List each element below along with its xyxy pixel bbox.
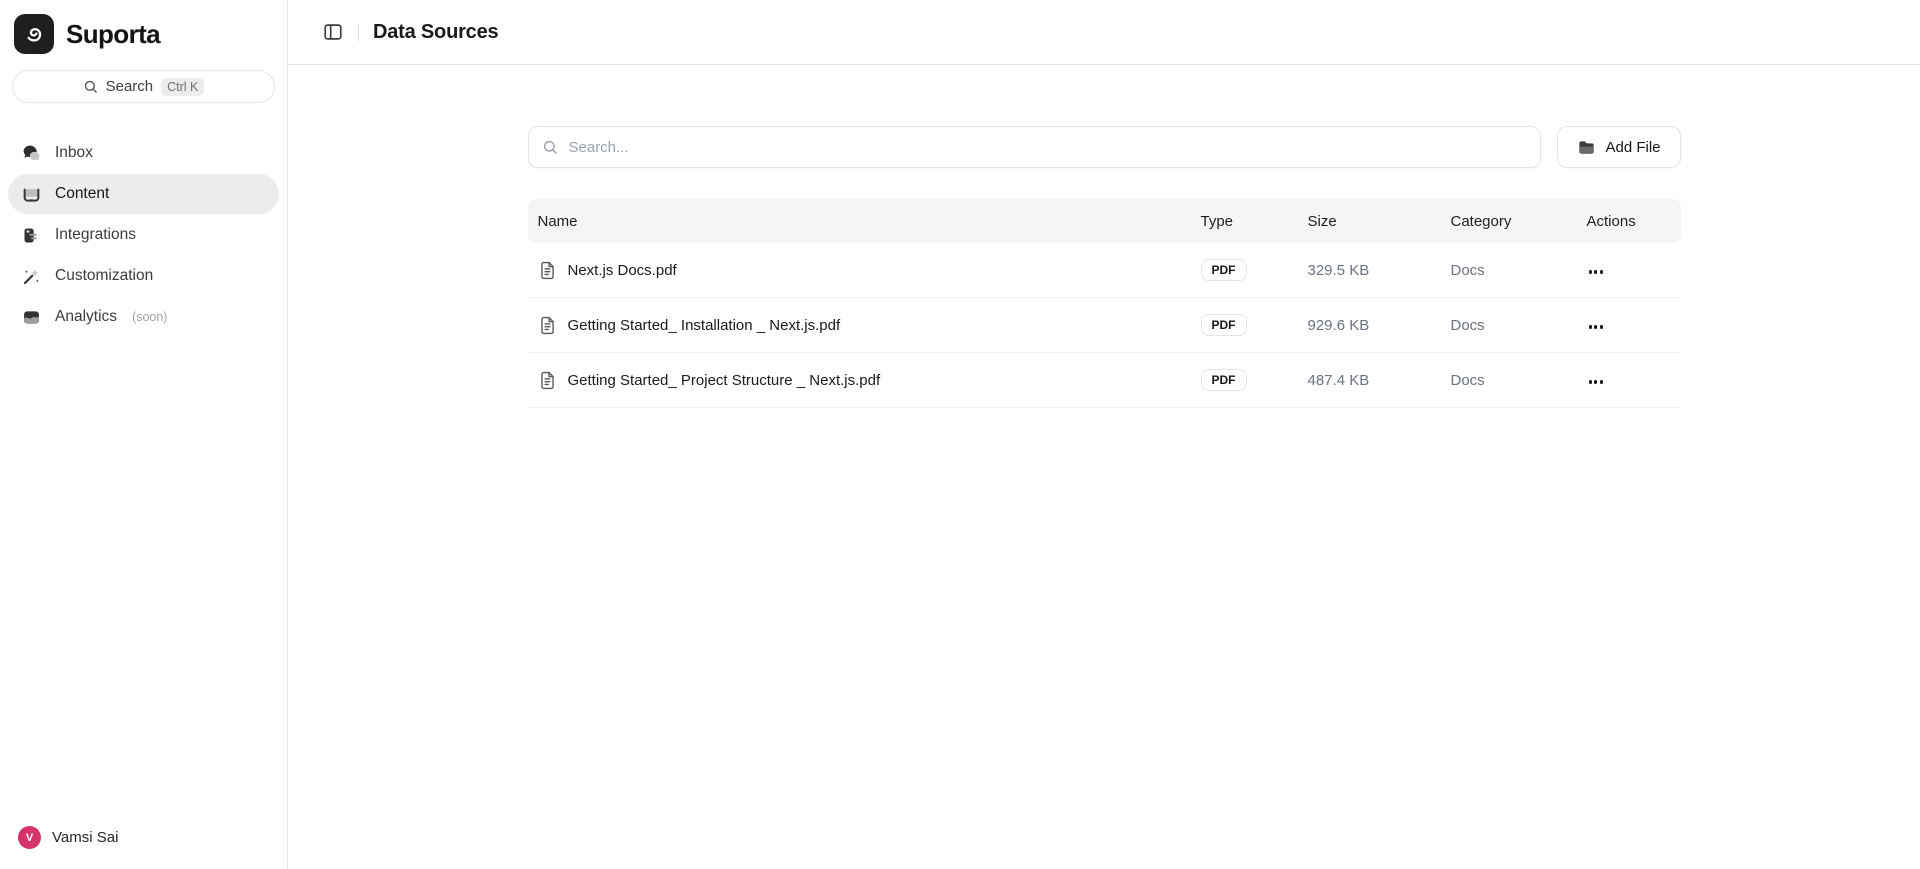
file-name-cell: Getting Started_ Installation _ Next.js.… bbox=[528, 316, 1191, 335]
file-name: Getting Started_ Project Structure _ Nex… bbox=[567, 371, 881, 389]
main-area: Data Sources Add File Name Type bbox=[288, 0, 1920, 869]
file-size: 929.6 KB bbox=[1307, 316, 1370, 334]
folder-icon bbox=[1579, 140, 1595, 154]
file-search bbox=[527, 126, 1542, 168]
type-badge: PDF bbox=[1200, 369, 1247, 391]
topbar: Data Sources bbox=[288, 0, 1920, 65]
type-badge: PDF bbox=[1200, 259, 1247, 281]
file-size: 329.5 KB bbox=[1307, 261, 1370, 279]
table-header-row: Name Type Size Category Actions bbox=[527, 199, 1681, 243]
analytics-icon bbox=[21, 307, 42, 328]
app-logo: Suporta bbox=[0, 0, 287, 64]
soon-badge: (soon) bbox=[132, 310, 168, 324]
sidebar-nav: Inbox Content Integrations Customization… bbox=[0, 133, 287, 337]
sidebar-toggle-button[interactable] bbox=[322, 21, 344, 43]
inbox-icon bbox=[21, 143, 42, 164]
integrations-icon bbox=[21, 225, 42, 246]
page-title: Data Sources bbox=[373, 20, 499, 43]
search-icon bbox=[84, 80, 97, 93]
column-header-size: Size bbox=[1307, 212, 1337, 230]
sidebar-item-inbox[interactable]: Inbox bbox=[8, 133, 279, 173]
file-category: Docs bbox=[1450, 261, 1485, 279]
file-name: Getting Started_ Installation _ Next.js.… bbox=[567, 316, 841, 334]
table-row: Getting Started_ Project Structure _ Nex… bbox=[527, 353, 1681, 408]
file-text-icon bbox=[540, 371, 554, 389]
file-search-input[interactable] bbox=[527, 126, 1542, 168]
sidebar-search-button[interactable]: Search Ctrl K bbox=[12, 70, 275, 103]
file-name-cell: Getting Started_ Project Structure _ Nex… bbox=[528, 371, 1191, 390]
column-header-actions: Actions bbox=[1586, 212, 1636, 230]
sidebar-item-integrations[interactable]: Integrations bbox=[8, 215, 279, 255]
toolbar: Add File bbox=[527, 126, 1681, 168]
file-type-cell: PDF bbox=[1191, 314, 1298, 336]
file-size: 487.4 KB bbox=[1307, 371, 1370, 389]
sidebar-item-customization[interactable]: Customization bbox=[8, 256, 279, 296]
sidebar-item-analytics[interactable]: Analytics (soon) bbox=[8, 297, 279, 337]
user-name: Vamsi Sai bbox=[52, 829, 119, 846]
file-text-icon bbox=[540, 261, 554, 279]
file-type-cell: PDF bbox=[1191, 369, 1298, 391]
type-badge: PDF bbox=[1200, 314, 1247, 336]
file-text-icon bbox=[540, 316, 554, 334]
table-row: Getting Started_ Installation _ Next.js.… bbox=[527, 298, 1681, 353]
file-category: Docs bbox=[1450, 371, 1485, 389]
sidebar-item-label: Inbox bbox=[55, 144, 93, 161]
file-name-cell: Next.js Docs.pdf bbox=[528, 261, 1191, 280]
file-category: Docs bbox=[1450, 316, 1485, 334]
row-actions-button[interactable] bbox=[1587, 374, 1606, 389]
row-actions-button[interactable] bbox=[1587, 264, 1606, 279]
add-file-label: Add File bbox=[1605, 138, 1661, 156]
sidebar-item-label: Integrations bbox=[55, 226, 136, 243]
content-icon bbox=[21, 184, 42, 205]
table-row: Next.js Docs.pdf PDF 329.5 KB Docs bbox=[527, 243, 1681, 298]
files-table: Name Type Size Category Actions Next.js … bbox=[527, 199, 1681, 408]
table-body: Next.js Docs.pdf PDF 329.5 KB Docs Getti… bbox=[527, 243, 1681, 408]
column-header-category: Category bbox=[1450, 212, 1512, 230]
suporta-logo-icon bbox=[14, 14, 54, 54]
sidebar-item-label: Customization bbox=[55, 267, 154, 284]
file-name: Next.js Docs.pdf bbox=[567, 261, 677, 279]
add-file-button[interactable]: Add File bbox=[1557, 126, 1681, 168]
panel-left-icon bbox=[324, 24, 342, 40]
sidebar-search-label: Search bbox=[105, 78, 154, 95]
data-sources-content: Add File Name Type Size Category Actions bbox=[527, 126, 1681, 408]
customization-icon bbox=[21, 266, 42, 287]
search-icon bbox=[543, 140, 557, 154]
sidebar-item-content[interactable]: Content bbox=[8, 174, 279, 214]
sidebar-item-label: Analytics bbox=[55, 308, 118, 325]
divider bbox=[358, 23, 359, 41]
user-menu[interactable]: V Vamsi Sai bbox=[0, 810, 287, 869]
column-header-name: Name bbox=[537, 212, 578, 230]
column-header-type: Type bbox=[1200, 212, 1234, 230]
sidebar-item-label: Content bbox=[55, 185, 110, 202]
row-actions-button[interactable] bbox=[1587, 319, 1606, 334]
file-type-cell: PDF bbox=[1191, 259, 1298, 281]
search-shortcut-badge: Ctrl K bbox=[161, 77, 205, 96]
avatar: V bbox=[18, 826, 41, 849]
app-name: Suporta bbox=[66, 18, 161, 49]
sidebar: Suporta Search Ctrl K Inbox Content Inte… bbox=[0, 0, 288, 869]
